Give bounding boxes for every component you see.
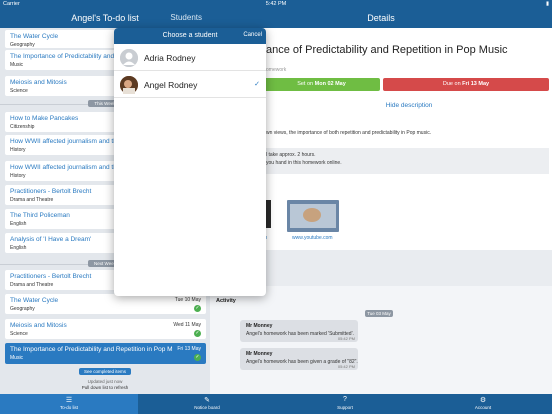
right-header: Details — [210, 8, 552, 28]
task-subject: Geography — [10, 306, 35, 312]
list-item[interactable]: Meiosis and Mitosis Science Wed 11 May ✓ — [5, 319, 206, 339]
avatar-placeholder-icon — [120, 49, 138, 67]
tab-bar: ☰ To-do list ✎ Notice board ? Support ⚙ … — [0, 394, 552, 414]
pin-icon: ✎ — [204, 397, 210, 404]
cancel-button[interactable]: Cancel — [243, 32, 262, 38]
task-subject: Music — [10, 62, 24, 68]
due-date-bar: Due on Fri 13 May — [383, 78, 549, 91]
info-box: l take approx. 2 hours. you hand in this… — [263, 148, 549, 174]
task-subject: Science — [10, 88, 28, 94]
message-time: 05:42 PM — [337, 336, 355, 341]
task-title: Meiosis and Mitosis — [10, 322, 67, 329]
choose-student-popover[interactable]: Choose a student Cancel Adria Rodney Ang… — [114, 28, 266, 296]
tab-label: Support — [337, 405, 353, 410]
help-icon: ? — [343, 396, 347, 403]
list-item-selected[interactable]: The Importance of Predictability and Rep… — [5, 343, 206, 364]
tab-label: Account — [474, 405, 492, 410]
tab-label: To-do list — [59, 405, 78, 410]
battery-icon: ▮ — [545, 1, 549, 7]
grey-band — [263, 250, 552, 286]
gear-icon: ⚙ — [479, 397, 487, 404]
list-item[interactable]: The Water Cycle Geography Tue 10 May ✓ — [5, 294, 206, 314]
message-author: Mr Monney — [246, 323, 273, 329]
complete-check-icon: ✓ — [194, 330, 201, 337]
task-subject: Geography — [10, 42, 35, 48]
task-subject: Music — [10, 355, 24, 361]
pull-to-refresh-hint: Pull down list to refresh — [81, 385, 129, 390]
task-subject: English — [10, 245, 27, 251]
student-row[interactable]: Adria Rodney — [114, 45, 266, 71]
info-line: l take approx. 2 hours. — [266, 152, 316, 158]
status-bar: Carrier 5:42 PM ▮ — [0, 0, 552, 8]
set-date: Mon 02 May — [314, 81, 346, 87]
activity-message: Mr Monney Angel's homework has been mark… — [240, 320, 358, 342]
task-subject: History — [10, 147, 26, 153]
task-subject: History — [10, 173, 26, 179]
task-due-date: Tue 10 May — [174, 297, 201, 303]
student-name: Adria Rodney — [144, 53, 196, 63]
youtube-link[interactable]: www.youtube.com — [292, 235, 333, 241]
tab-support[interactable]: ? Support — [276, 394, 414, 414]
student-name: Angel Rodney — [144, 80, 198, 90]
details-title: Details — [367, 13, 395, 23]
clock: 5:42 PM — [265, 1, 287, 7]
task-due-date: Wed 11 May — [173, 322, 201, 328]
message-time: 05:42 PM — [337, 364, 355, 369]
info-line: you hand in this homework online. — [266, 160, 342, 166]
updated-status: Updated just now — [87, 379, 123, 384]
video-subject — [303, 208, 321, 222]
complete-check-icon: ✓ — [194, 354, 201, 361]
tab-account[interactable]: ⚙ Account — [414, 394, 552, 414]
tab-todo-list[interactable]: ☰ To-do list — [0, 394, 138, 414]
task-subject: English — [10, 221, 27, 227]
due-date: Fri 13 May — [462, 81, 490, 87]
task-subject: Citizenship — [10, 124, 35, 130]
see-completed-button[interactable]: See completed items — [79, 368, 131, 375]
task-title: The Importance of Predictability and Rep… — [10, 346, 173, 353]
complete-check-icon: ✓ — [194, 305, 201, 312]
due-prefix: Due on — [442, 81, 463, 87]
set-prefix: Set on — [297, 81, 315, 87]
set-date-bar: Set on Mon 02 May — [263, 78, 380, 91]
task-subject: Drama and Theatre — [10, 282, 54, 288]
homework-title: ance of Predictability and Repetition in… — [266, 44, 508, 56]
tab-label: Notice board — [194, 405, 220, 410]
task-subject: Drama and Theatre — [10, 197, 54, 203]
task-title: The Water Cycle — [10, 297, 59, 304]
avatar — [120, 76, 138, 94]
video-thumbnail[interactable] — [287, 200, 339, 232]
checkmark-icon: ✓ — [254, 81, 260, 88]
message-author: Mr Monney — [246, 351, 273, 357]
student-row-selected[interactable]: Angel Rodney ✓ — [114, 72, 266, 98]
activity-message: Mr Monney Angel's homework has been give… — [240, 348, 358, 370]
students-button[interactable]: Students — [170, 13, 202, 22]
activity-heading: Activity — [216, 298, 236, 304]
tab-notice-board[interactable]: ✎ Notice board — [138, 394, 276, 414]
activity-date-pill: Tue 03 May — [365, 310, 393, 317]
popover-header: Choose a student Cancel — [114, 28, 266, 44]
description-text: wn views, the importance of both repetit… — [266, 130, 432, 136]
task-subject: Science — [10, 331, 28, 337]
homework-type: omework — [266, 67, 287, 73]
task-due-date: Fri 13 May — [177, 346, 201, 352]
list-icon: ☰ — [65, 397, 73, 404]
